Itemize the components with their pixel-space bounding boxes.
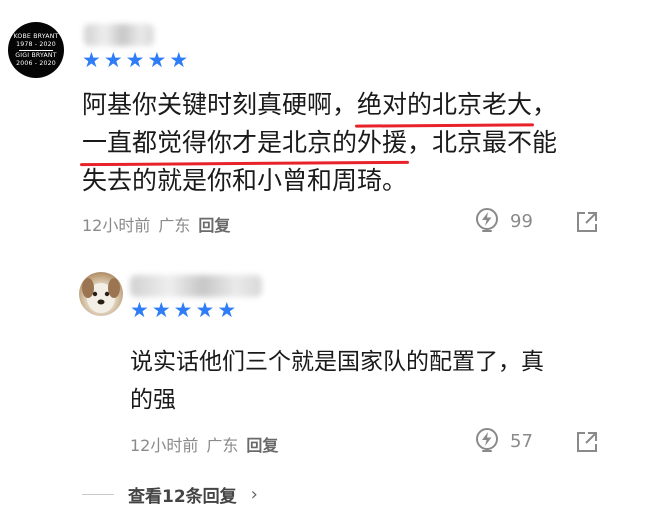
star-rating: ★ ★ ★ ★ ★ [82, 50, 188, 71]
avatar-text-line: GIGI BRYANT [15, 51, 57, 59]
underlined-text: 一直都觉得你才是北京的外援 [82, 124, 407, 162]
star-icon: ★ [173, 298, 193, 322]
star-icon: ★ [130, 298, 149, 322]
underlined-text: 绝对的北京老大 [357, 86, 532, 124]
star-icon: ★ [125, 48, 145, 72]
dog-avatar-image [82, 278, 120, 313]
comment-body: 阿基你关键时刻真硬啊，绝对的北京老大， 一直都觉得你才是北京的外援，北京最不能 … [82, 86, 642, 200]
reply-line: 的强 [130, 387, 176, 413]
avatar-divider [19, 49, 53, 51]
location: 广东 [206, 436, 239, 455]
comment-text-segment: 阿基你关键时刻真硬啊， [82, 90, 358, 119]
divider [82, 494, 114, 495]
like-count: 99 [510, 210, 533, 232]
star-icon: ★ [103, 48, 123, 72]
avatar-text-line: 1978 - 2020 [16, 40, 56, 48]
comment-meta: 12小时前 广东 回复 [82, 212, 230, 236]
chevron-right-icon: › [250, 484, 258, 505]
reply-like-button[interactable]: 57 [474, 427, 533, 455]
comment-line: 一直都觉得你才是北京的外援，北京最不能 [82, 124, 642, 162]
reply-body: 说实话他们三个就是国家队的配置了，真 的强 [130, 343, 630, 419]
comment-text-segment: ，北京最不能 [407, 128, 558, 157]
view-more-replies[interactable]: 查看12条回复 › [82, 482, 258, 507]
star-icon: ★ [151, 298, 171, 322]
star-icon: ★ [169, 48, 189, 72]
share-icon [577, 432, 597, 452]
like-button[interactable]: 99 [474, 207, 533, 235]
share-icon [577, 212, 597, 232]
timestamp: 12小时前 [82, 216, 151, 235]
star-icon: ★ [82, 48, 101, 72]
reply-line: 说实话他们三个就是国家队的配置了，真 [130, 349, 544, 375]
star-icon: ★ [147, 48, 167, 72]
reply-star-rating: ★ ★ ★ ★ ★ [130, 300, 236, 321]
share-button[interactable] [575, 210, 599, 238]
reply-avatar[interactable] [79, 272, 123, 316]
username-blurred[interactable] [84, 24, 154, 46]
comment-text-segment: ， [532, 90, 558, 119]
star-icon: ★ [195, 298, 215, 322]
timestamp: 12小时前 [130, 436, 199, 455]
reply-username-blurred[interactable] [130, 275, 262, 297]
comment-line: 阿基你关键时刻真硬啊，绝对的北京老大， [82, 86, 642, 124]
reply-button[interactable]: 回复 [246, 432, 278, 456]
view-more-label: 查看12条回复 [128, 487, 237, 507]
avatar[interactable]: KOBE BRYANT 1978 - 2020 GIGI BRYANT 2006… [8, 22, 64, 78]
reply-share-button[interactable] [575, 430, 599, 458]
lightning-like-icon [476, 208, 498, 232]
star-icon: ★ [217, 298, 237, 322]
avatar-text-line: KOBE BRYANT [13, 32, 59, 40]
location: 广东 [158, 216, 191, 235]
like-count: 57 [510, 430, 533, 452]
reply-meta: 12小时前 广东 回复 [130, 432, 278, 456]
lightning-like-icon [476, 428, 498, 452]
reply-button[interactable]: 回复 [198, 212, 230, 236]
comment-line: 失去的就是你和小曾和周琦。 [82, 166, 408, 195]
avatar-text-line: 2006 - 2020 [16, 59, 56, 67]
